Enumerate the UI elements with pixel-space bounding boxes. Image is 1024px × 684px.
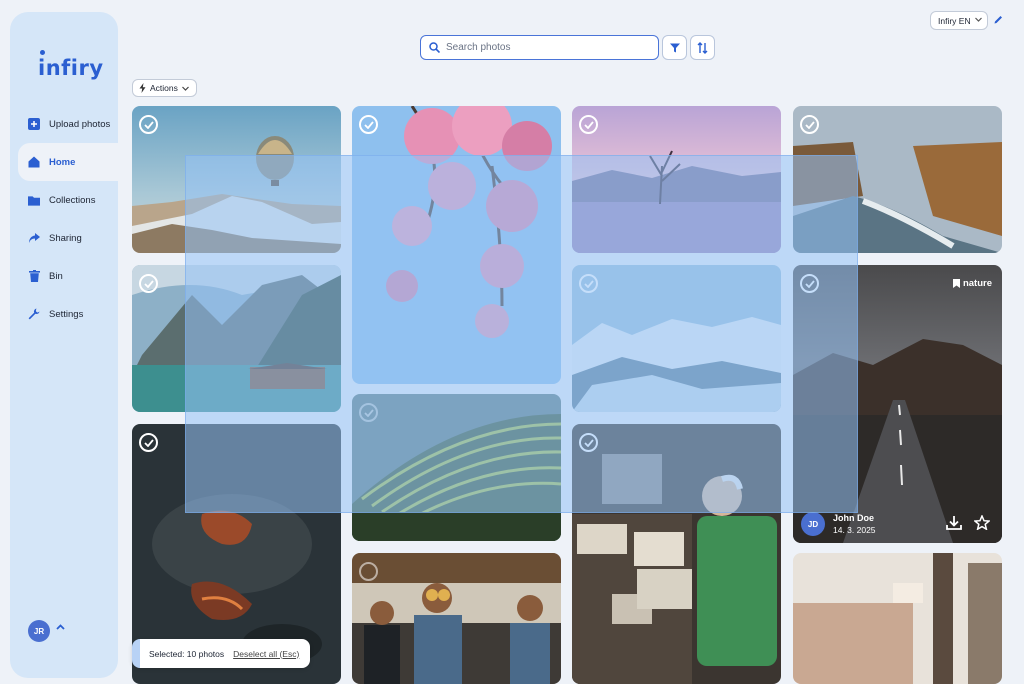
checkmark-icon: [583, 120, 594, 129]
download-button[interactable]: [946, 515, 962, 535]
bookmark-icon: [952, 279, 960, 288]
sort-button[interactable]: [690, 35, 715, 60]
share-arrow-icon: [28, 232, 40, 244]
favorite-button[interactable]: [973, 514, 991, 535]
sidebar-item-label: Collections: [49, 194, 96, 206]
star-icon: [973, 514, 991, 531]
chevron-down-icon: [975, 17, 982, 22]
select-checkbox[interactable]: [139, 274, 158, 293]
pen-edit-icon[interactable]: [994, 15, 1003, 24]
author-avatar: JD: [801, 512, 825, 536]
photo-image: [793, 553, 1002, 684]
checkmark-icon: [143, 279, 154, 288]
chevron-up-icon[interactable]: [56, 624, 65, 630]
photo-image: [352, 553, 561, 684]
plus-square-icon: [28, 118, 40, 130]
actions-dropdown[interactable]: Actions: [132, 79, 197, 97]
photo-tag-label: nature: [962, 278, 992, 289]
folder-icon: [28, 194, 40, 206]
drag-selection-rectangle: [185, 155, 858, 513]
select-checkbox[interactable]: [139, 115, 158, 134]
checkmark-icon: [804, 120, 815, 129]
photo-cafe-interior[interactable]: [793, 553, 1002, 684]
download-icon: [946, 516, 962, 530]
language-label: Infiry EN: [938, 15, 971, 26]
deselect-all-link[interactable]: Deselect all (Esc): [233, 649, 299, 659]
select-checkbox[interactable]: [800, 115, 819, 134]
photo-people-eyes[interactable]: [352, 553, 561, 684]
sidebar: infiry Upload photos Home Collections Sh…: [10, 12, 120, 678]
trash-icon: [28, 270, 40, 282]
sidebar-item-label: Upload photos: [49, 118, 111, 130]
lightning-icon: [139, 83, 146, 93]
app-logo[interactable]: infiry: [38, 50, 104, 80]
user-avatar[interactable]: JR: [28, 620, 50, 642]
home-icon: [28, 156, 40, 168]
selection-toast: Selected: 10 photos Deselect all (Esc): [132, 639, 310, 668]
select-checkbox[interactable]: [579, 115, 598, 134]
sidebar-item-label: Settings: [49, 308, 84, 320]
sidebar-item-label: Home: [49, 156, 76, 168]
select-checkbox[interactable]: [359, 562, 378, 581]
filter-icon: [669, 43, 680, 52]
sidebar-item-sharing[interactable]: Sharing: [18, 219, 118, 257]
photo-tag[interactable]: nature: [952, 278, 992, 289]
sidebar-item-settings[interactable]: Settings: [18, 295, 118, 333]
sidebar-item-collections[interactable]: Collections: [18, 181, 118, 219]
checkmark-icon: [143, 438, 154, 447]
search-input[interactable]: [446, 42, 646, 53]
language-select[interactable]: Infiry EN: [930, 11, 988, 30]
sidebar-item-label: Bin: [49, 270, 63, 282]
select-checkbox[interactable]: [359, 115, 378, 134]
sort-arrows-icon: [697, 41, 708, 54]
checkmark-icon: [363, 120, 374, 129]
sidebar-nav: Upload photos Home Collections Sharing B…: [18, 105, 120, 333]
select-checkbox[interactable]: [139, 433, 158, 452]
selection-count: Selected: 10 photos: [149, 648, 225, 659]
author-name: John Doe: [833, 513, 875, 523]
checkmark-icon: [143, 120, 154, 129]
sidebar-item-bin[interactable]: Bin: [18, 257, 118, 295]
search-icon: [429, 42, 440, 53]
wrench-icon: [28, 308, 40, 320]
photo-date: 14. 3. 2025: [833, 525, 876, 535]
sidebar-item-label: Sharing: [49, 232, 82, 244]
search-bar[interactable]: [420, 35, 659, 60]
filter-button[interactable]: [662, 35, 687, 60]
sidebar-item-home[interactable]: Home: [18, 143, 120, 181]
sidebar-item-upload-photos[interactable]: Upload photos: [18, 105, 118, 143]
chevron-down-icon: [181, 86, 189, 91]
actions-label: Actions: [150, 83, 178, 93]
